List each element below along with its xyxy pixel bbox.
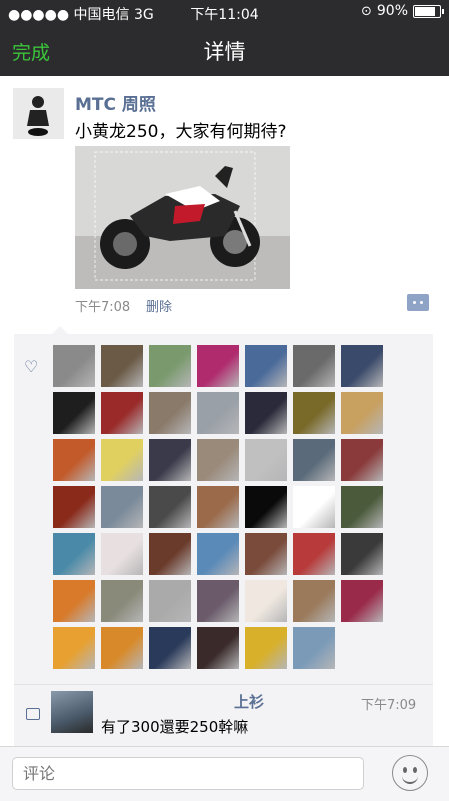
liker-avatar[interactable] xyxy=(341,345,383,387)
liker-avatar[interactable] xyxy=(53,627,95,669)
liker-avatar[interactable] xyxy=(341,533,383,575)
post-time: 下午7:08 xyxy=(75,300,131,315)
comment-icon[interactable] xyxy=(407,294,429,311)
liker-avatar[interactable] xyxy=(341,580,383,622)
top-bar: ●●●●● 中国电信 3G 下午11:04 ⊙ 90% 完成 详情 xyxy=(0,0,449,76)
liker-avatar[interactable] xyxy=(149,627,191,669)
liker-avatar[interactable] xyxy=(293,486,335,528)
liker-avatar[interactable] xyxy=(341,392,383,434)
heart-icon: ♡ xyxy=(24,357,39,376)
liker-avatar[interactable] xyxy=(101,392,143,434)
liker-avatar[interactable] xyxy=(101,345,143,387)
liker-avatar[interactable] xyxy=(341,439,383,481)
liker-avatar[interactable] xyxy=(293,627,335,669)
battery-icon xyxy=(413,4,444,18)
liker-avatar[interactable] xyxy=(197,580,239,622)
liker-avatar[interactable] xyxy=(245,580,287,622)
bottom-bar xyxy=(0,746,449,801)
liker-avatar[interactable] xyxy=(149,533,191,575)
liker-avatar[interactable] xyxy=(149,580,191,622)
liker-avatar[interactable] xyxy=(293,533,335,575)
liker-avatar[interactable] xyxy=(53,439,95,481)
comment-bubble-icon xyxy=(26,708,40,720)
liker-avatar[interactable] xyxy=(149,345,191,387)
liker-avatar[interactable] xyxy=(101,486,143,528)
box-notch xyxy=(52,326,68,334)
liker-avatar[interactable] xyxy=(197,392,239,434)
likes-avatar-grid xyxy=(53,345,389,669)
liker-avatar[interactable] xyxy=(245,486,287,528)
delete-link[interactable]: 删除 xyxy=(146,296,172,315)
liker-avatar[interactable] xyxy=(101,533,143,575)
liker-avatar[interactable] xyxy=(245,439,287,481)
liker-avatar[interactable] xyxy=(245,533,287,575)
liker-avatar[interactable] xyxy=(149,392,191,434)
liker-avatar[interactable] xyxy=(293,345,335,387)
liker-avatar[interactable] xyxy=(341,486,383,528)
rotation-lock-icon: ⊙ xyxy=(360,3,372,19)
liker-avatar[interactable] xyxy=(245,392,287,434)
liker-avatar[interactable] xyxy=(53,580,95,622)
author-name[interactable]: MTC 周照 xyxy=(75,90,156,115)
emoji-icon[interactable] xyxy=(392,755,428,791)
comment-time: 下午7:09 xyxy=(361,698,417,713)
liker-avatar[interactable] xyxy=(293,439,335,481)
liker-avatar[interactable] xyxy=(197,345,239,387)
nav-bar: 完成 详情 xyxy=(0,24,449,76)
liker-avatar[interactable] xyxy=(197,486,239,528)
liker-avatar[interactable] xyxy=(293,392,335,434)
liker-avatar[interactable] xyxy=(53,345,95,387)
liker-avatar[interactable] xyxy=(101,580,143,622)
liker-avatar[interactable] xyxy=(53,392,95,434)
post-image-motorcycle[interactable] xyxy=(75,146,290,289)
commenter-avatar[interactable] xyxy=(51,691,93,733)
liker-avatar[interactable] xyxy=(53,533,95,575)
divider xyxy=(14,684,433,685)
commenter-name[interactable]: 上衫 xyxy=(234,691,264,712)
author-avatar[interactable] xyxy=(13,88,64,139)
liker-avatar[interactable] xyxy=(101,439,143,481)
battery-percent: 90% xyxy=(376,3,408,19)
liker-avatar[interactable] xyxy=(149,439,191,481)
comment-text: 有了300還要250幹嘛 xyxy=(101,718,249,736)
status-bar: ●●●●● 中国电信 3G 下午11:04 ⊙ 90% xyxy=(0,0,449,24)
liker-avatar[interactable] xyxy=(197,627,239,669)
liker-avatar[interactable] xyxy=(101,627,143,669)
comment-input[interactable] xyxy=(12,757,364,790)
liker-avatar[interactable] xyxy=(293,580,335,622)
liker-avatar[interactable] xyxy=(197,439,239,481)
page-title: 详情 xyxy=(203,40,246,64)
liker-avatar[interactable] xyxy=(197,533,239,575)
post-text: 小黄龙250，大家有何期待? xyxy=(75,122,287,142)
liker-avatar[interactable] xyxy=(245,345,287,387)
liker-avatar[interactable] xyxy=(245,627,287,669)
liker-avatar[interactable] xyxy=(53,486,95,528)
liker-avatar[interactable] xyxy=(149,486,191,528)
